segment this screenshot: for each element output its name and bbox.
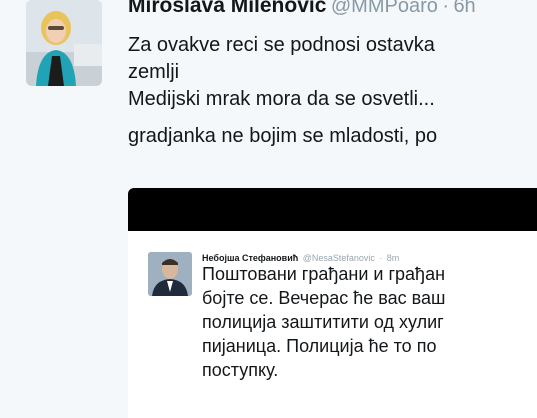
embedded-tweet-line: пијаница. Полиција ће то по bbox=[202, 336, 437, 356]
tweet-time[interactable]: 6h bbox=[453, 0, 475, 17]
embedded-tweet-line: поступку. bbox=[202, 360, 279, 380]
embed-top-bar bbox=[128, 188, 537, 231]
author-avatar-image bbox=[26, 0, 102, 86]
tweet-text: Za ovakve reci se podnosi ostavka zemlji… bbox=[128, 32, 537, 150]
embedded-tweet-line: полиција заштитити од хулиг bbox=[202, 312, 444, 332]
tweet-line: Za ovakve reci se podnosi ostavka bbox=[128, 34, 435, 56]
author-avatar[interactable] bbox=[26, 0, 102, 86]
embedded-author-avatar bbox=[148, 252, 192, 296]
embedded-tweet-line: Поштовани грађани и грађан bbox=[202, 264, 446, 284]
separator-dot: · bbox=[442, 0, 449, 17]
embedded-avatar-image bbox=[148, 252, 192, 296]
embedded-tweet-text: Поштовани грађани и грађан бојте се. Веч… bbox=[202, 262, 445, 382]
embedded-tweet-line: бојте се. Вечерас ће вас ваш bbox=[202, 288, 446, 308]
tweet-line: gradjanka ne bojim se mladosti, po bbox=[128, 125, 438, 147]
tweet-header: Miroslava Milenovic @MMPoaro · 6h bbox=[128, 0, 476, 18]
author-handle[interactable]: @MMPoaro bbox=[331, 0, 438, 17]
tweet-line: Medijski mrak mora da se osvetli... bbox=[128, 88, 435, 110]
embedded-screenshot[interactable]: Небојша Стефановић @NesaStefanovic · 8m … bbox=[128, 188, 537, 418]
tweet-line: zemlji bbox=[128, 61, 180, 83]
author-name[interactable]: Miroslava Milenovic bbox=[128, 0, 326, 17]
